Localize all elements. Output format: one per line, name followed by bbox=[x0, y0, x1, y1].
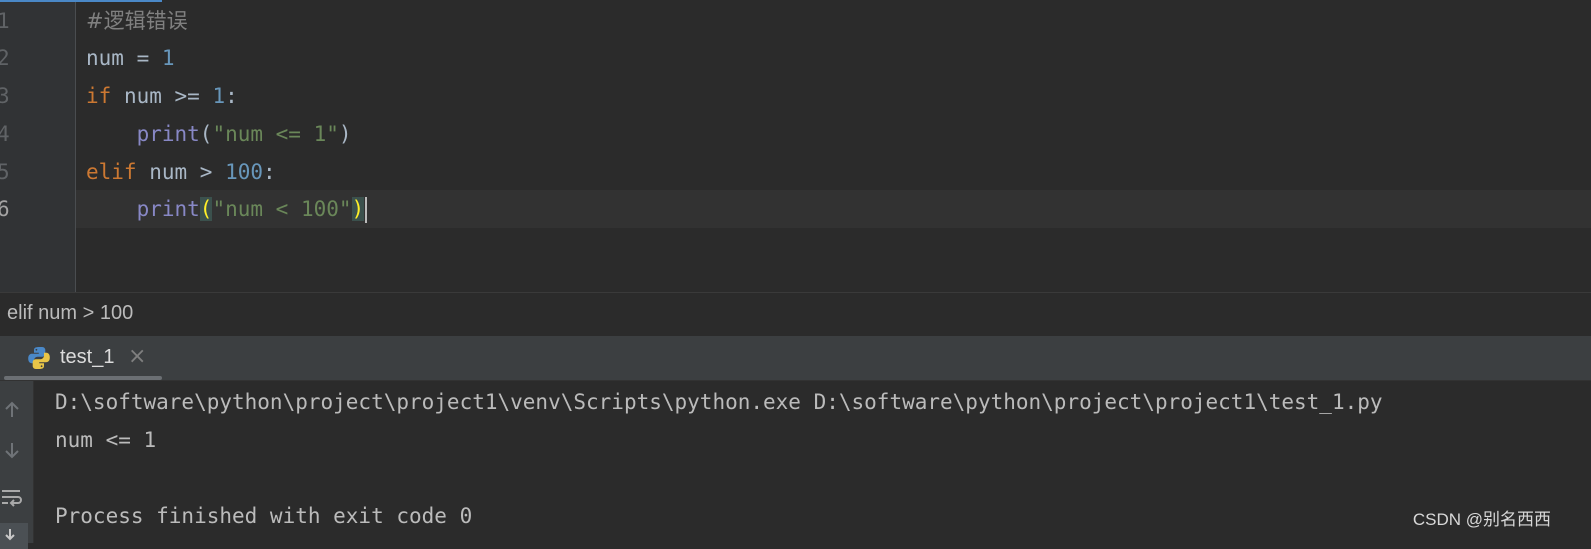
code-line-4[interactable]: print("num <= 1") bbox=[86, 115, 352, 153]
colon-token: : bbox=[263, 160, 276, 184]
run-tab-label: test_1 bbox=[60, 346, 115, 368]
line-number: 4 bbox=[0, 122, 10, 146]
operator-token: = bbox=[123, 46, 162, 70]
close-icon[interactable]: × bbox=[128, 344, 146, 369]
selected-tab-indicator bbox=[4, 376, 162, 380]
breadcrumb[interactable]: elif num > 100 bbox=[0, 292, 1591, 336]
expression-token: num >= bbox=[111, 84, 213, 108]
expression-token: num > bbox=[136, 160, 226, 184]
comment-token: #逻辑错误 bbox=[86, 9, 188, 33]
console-line-exit-status: Process finished with exit code 0 bbox=[55, 504, 473, 528]
soft-wrap-icon[interactable] bbox=[0, 483, 28, 511]
line-number: 5 bbox=[0, 160, 10, 184]
breadcrumb-item[interactable]: elif num > 100 bbox=[7, 302, 133, 325]
code-editor[interactable]: 1 2 3 4 5 6 #逻辑错误 num = 1 if num >= 1: p… bbox=[0, 0, 1591, 292]
code-line-6[interactable]: print("num < 100") bbox=[86, 190, 368, 228]
watermark: CSDN @别名西西 bbox=[1412, 510, 1551, 529]
paren-open-matched: ( bbox=[199, 197, 213, 221]
arrow-up-icon[interactable] bbox=[0, 395, 28, 423]
paren-close: ) bbox=[338, 122, 352, 146]
builtin-token: print bbox=[136, 122, 200, 146]
keyword-token: elif bbox=[86, 160, 137, 184]
line-number: 2 bbox=[0, 46, 10, 70]
console-line-command[interactable]: D:\software\python\project\project1\venv… bbox=[55, 383, 1383, 421]
line-number-gutter[interactable]: 1 2 3 4 5 6 bbox=[0, 0, 76, 292]
code-line-3[interactable]: if num >= 1: bbox=[86, 77, 238, 115]
paren-open: ( bbox=[199, 122, 213, 146]
text-cursor bbox=[365, 197, 368, 223]
code-line-1[interactable]: #逻辑错误 bbox=[86, 2, 188, 40]
number-token: 1 bbox=[161, 46, 175, 70]
scroll-to-end-icon[interactable] bbox=[0, 521, 28, 549]
python-icon bbox=[28, 347, 50, 369]
string-token: "num <= 1" bbox=[212, 122, 339, 146]
line-number: 3 bbox=[0, 84, 10, 108]
number-token: 100 bbox=[225, 160, 264, 184]
code-line-5[interactable]: elif num > 100: bbox=[86, 153, 276, 191]
console-output[interactable]: D:\software\python\project\project1\venv… bbox=[34, 381, 1591, 543]
colon-token: : bbox=[225, 84, 238, 108]
console-toolbar bbox=[0, 381, 34, 549]
builtin-token: print bbox=[136, 197, 200, 221]
line-number: 1 bbox=[0, 9, 10, 33]
line-number-current: 6 bbox=[0, 197, 10, 221]
paren-close-matched: ) bbox=[351, 197, 365, 221]
identifier-token: num bbox=[86, 46, 124, 70]
keyword-token: if bbox=[86, 84, 112, 108]
code-line-2[interactable]: num = 1 bbox=[86, 39, 175, 77]
console-line-output: num <= 1 bbox=[55, 428, 157, 452]
string-token: "num < 100" bbox=[212, 197, 352, 221]
arrow-down-icon[interactable] bbox=[0, 439, 28, 467]
run-tab-test-1[interactable]: test_1 × bbox=[4, 336, 162, 381]
run-tool-window-header: test_1 × bbox=[0, 336, 1591, 381]
number-token: 1 bbox=[212, 84, 226, 108]
